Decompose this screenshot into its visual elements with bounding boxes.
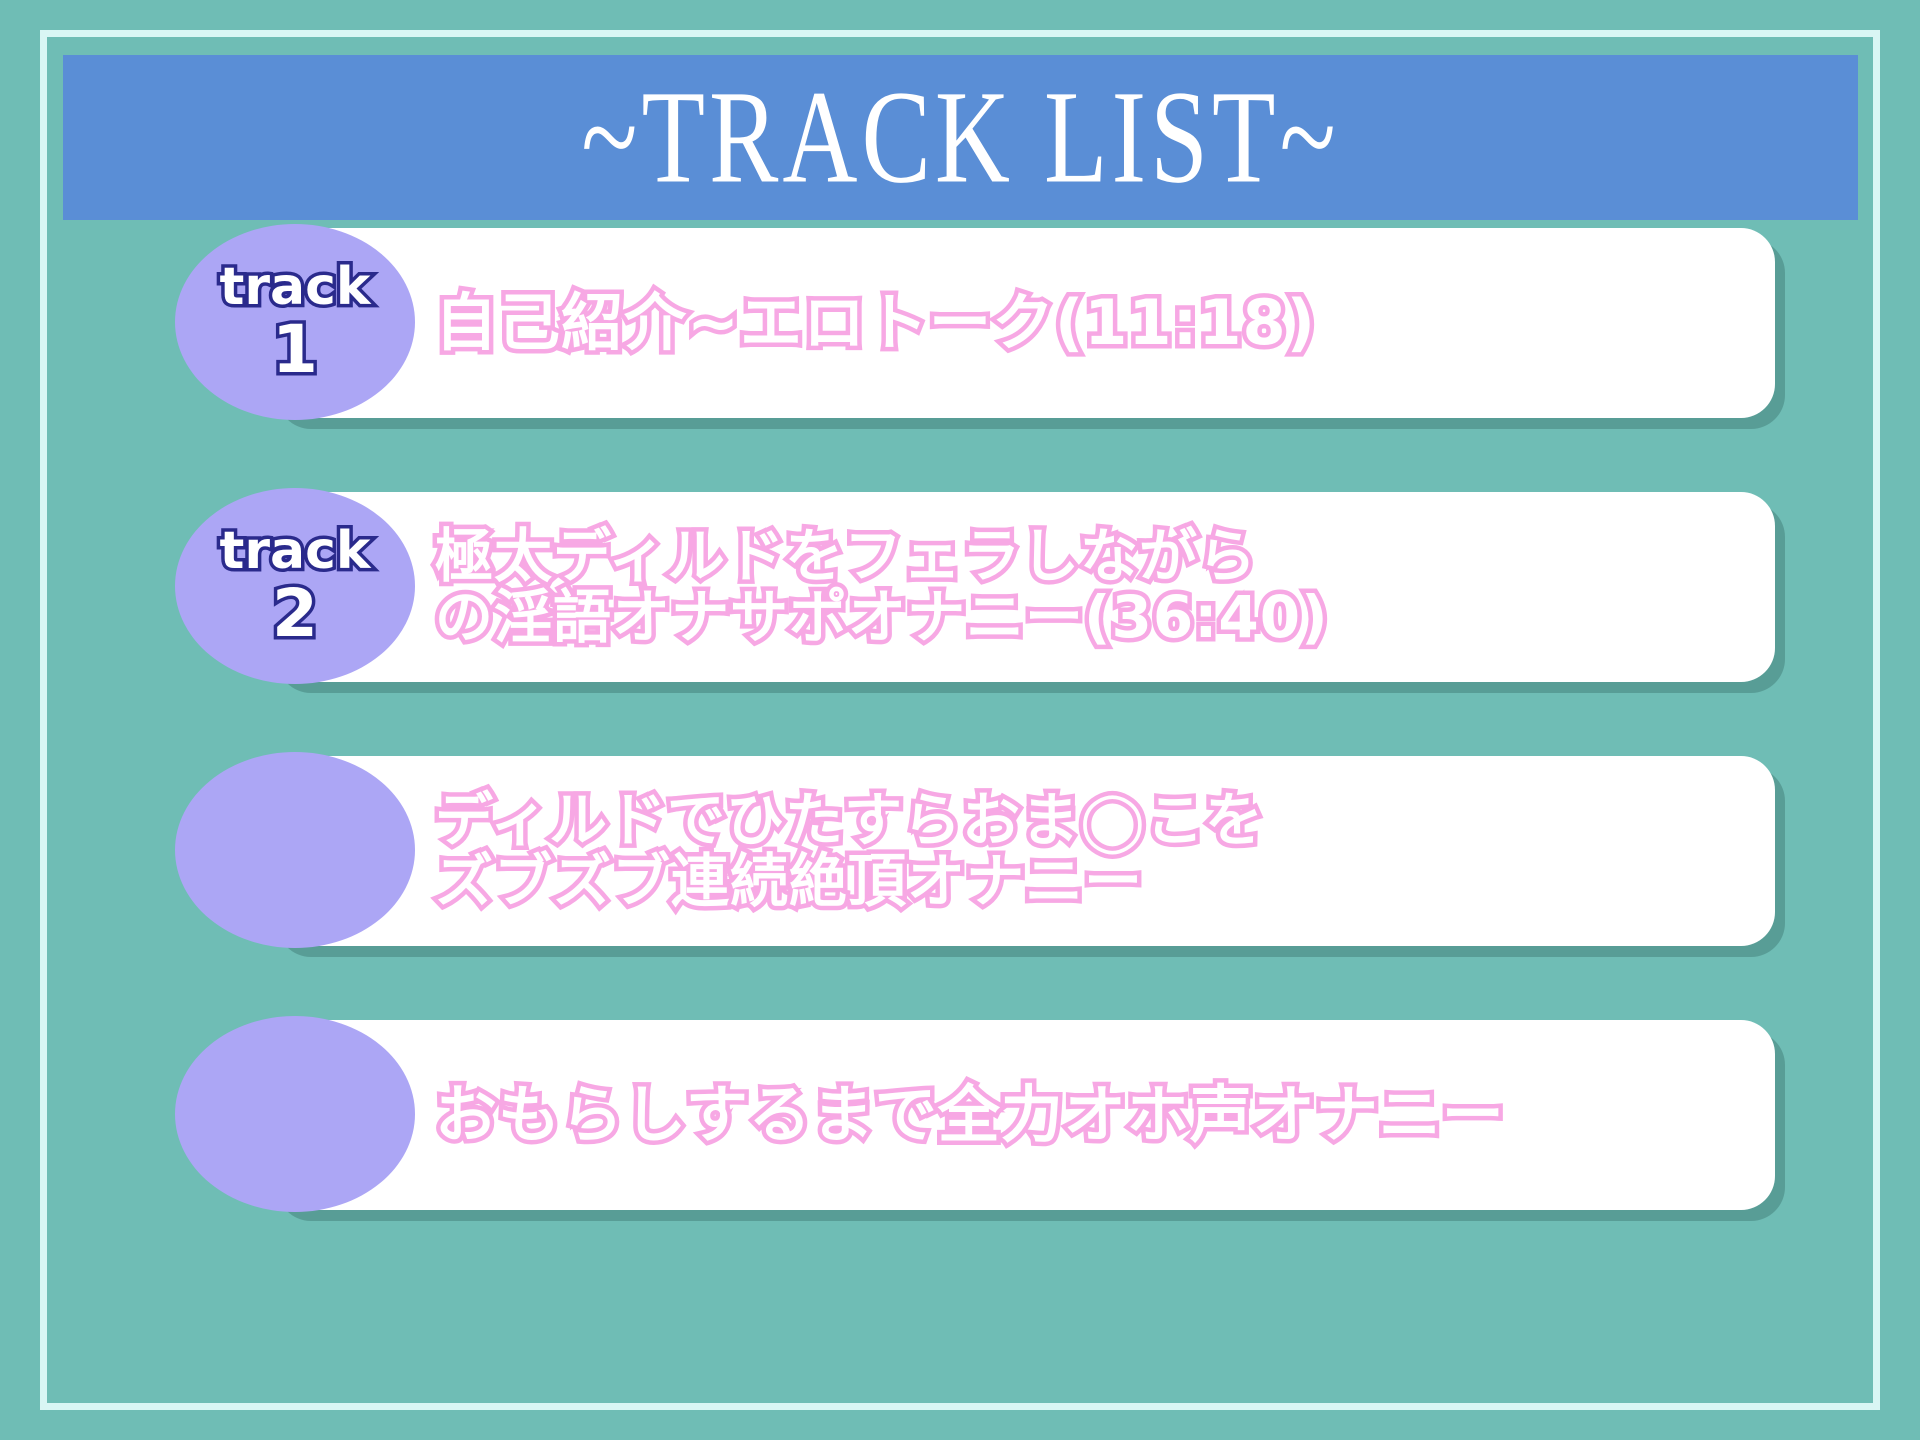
header-bar: ~TRACK LIST~ xyxy=(63,55,1858,220)
track-title: 極太ディルドをフェラしながら の淫語オナサポオナニー(36:40) xyxy=(431,492,1675,682)
track-title: ディルドでひたすらおま◯こを ズブズブ連続絶頂オナニー xyxy=(431,756,1675,946)
track-badge: track 1 xyxy=(175,224,415,420)
track-title-line: ディルドでひたすらおま◯こを xyxy=(431,784,1268,855)
track-row[interactable]: おもらしするまで全力オホ声オナニー xyxy=(175,1016,1775,1212)
track-badge xyxy=(175,1016,415,1212)
track-title-line: おもらしするまで全力オホ声オナニー xyxy=(431,1077,1509,1151)
track-badge xyxy=(175,752,415,948)
track-badge: track 2 xyxy=(175,488,415,684)
track-list-poster: ~TRACK LIST~ track 1 自己紹介~エロトーク(11:18) t… xyxy=(0,0,1920,1440)
track-badge-label: track xyxy=(216,257,374,317)
track-title: おもらしするまで全力オホ声オナニー xyxy=(431,1020,1675,1210)
page-title: ~TRACK LIST~ xyxy=(581,63,1340,211)
track-badge-number: 1 xyxy=(269,311,322,388)
track-row[interactable]: track 2 極太ディルドをフェラしながら の淫語オナサポオナニー(36:40… xyxy=(175,488,1775,684)
track-row[interactable]: track 1 自己紹介~エロトーク(11:18) xyxy=(175,224,1775,420)
track-badge-label: track xyxy=(216,521,374,581)
track-row[interactable]: ディルドでひたすらおま◯こを ズブズブ連続絶頂オナニー xyxy=(175,752,1775,948)
track-title-line: 極太ディルドをフェラしながら xyxy=(431,520,1261,591)
track-title: 自己紹介~エロトーク(11:18) xyxy=(431,228,1675,418)
track-title-line: 自己紹介~エロトーク(11:18) xyxy=(431,285,1320,359)
track-badge-number: 2 xyxy=(269,575,322,652)
track-list-container: track 1 自己紹介~エロトーク(11:18) track 2 極太ディルド… xyxy=(0,222,1920,1402)
track-title-line: ズブズブ連続絶頂オナニー xyxy=(431,845,1147,916)
track-title-line: の淫語オナサポオナニー(36:40) xyxy=(431,581,1333,652)
